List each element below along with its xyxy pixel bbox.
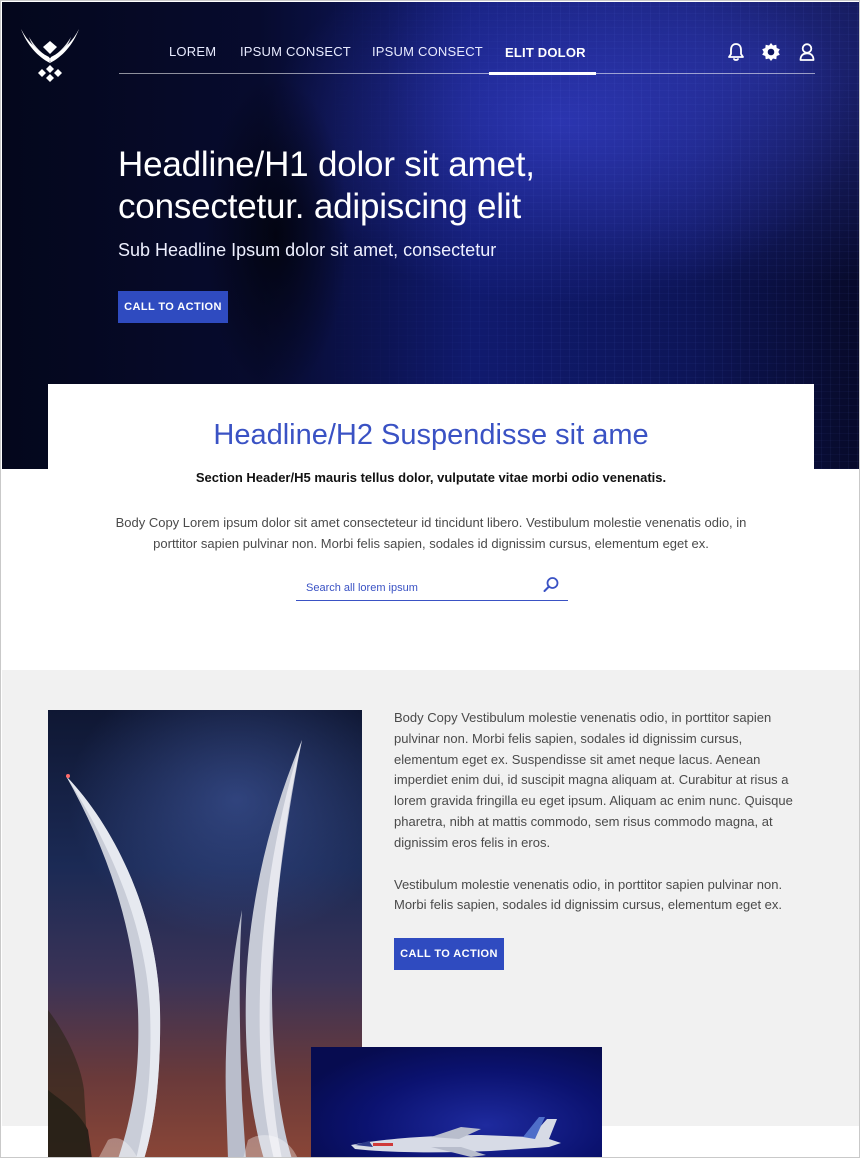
user-icon[interactable] — [796, 41, 818, 63]
hero-cta-button[interactable]: CALL TO ACTION — [118, 291, 228, 323]
air-force-logo[interactable] — [19, 27, 81, 83]
feature-paragraph-2: Vestibulum molestie venenatis odio, in p… — [394, 876, 783, 913]
feature-body-copy: Body Copy Vestibulum molestie venenatis … — [394, 708, 804, 916]
jet-aircraft-photo — [311, 1047, 602, 1157]
gear-icon[interactable] — [760, 41, 782, 63]
feature-cta-button[interactable]: CALL TO ACTION — [394, 938, 504, 970]
nav-item-ipsum-consect-2[interactable]: IPSUM CONSECT — [372, 44, 483, 59]
nav-item-lorem[interactable]: LOREM — [169, 44, 216, 59]
hero-headline: Headline/H1 dolor sit amet, consectetur.… — [118, 145, 535, 226]
nav-item-elit-dolor[interactable]: ELIT DOLOR — [505, 45, 586, 60]
section-header: Section Header/H5 mauris tellus dolor, v… — [195, 470, 667, 485]
hero-subheadline: Sub Headline Ipsum dolor sit amet, conse… — [118, 240, 497, 260]
search-field[interactable] — [296, 576, 568, 601]
feature-paragraph-1: Body Copy Vestibulum molestie venenatis … — [394, 710, 793, 850]
page-frame: LOREM IPSUM CONSECT IPSUM CONSECT ELIT D… — [0, 0, 860, 1158]
bell-icon[interactable] — [725, 41, 747, 63]
search-icon[interactable] — [542, 576, 560, 594]
search-input[interactable] — [306, 580, 536, 596]
intro-body-copy: Body Copy Lorem ipsum dolor sit amet con… — [115, 515, 747, 551]
nav-active-indicator — [489, 72, 596, 75]
intro-card: Headline/H2 Suspendisse sit ame Section … — [48, 384, 814, 614]
wings-logo-icon — [21, 29, 79, 82]
top-navigation: LOREM IPSUM CONSECT IPSUM CONSECT ELIT D… — [119, 32, 818, 75]
nav-item-ipsum-consect-1[interactable]: IPSUM CONSECT — [240, 44, 351, 59]
section-headline: Headline/H2 Suspendisse sit ame — [213, 419, 649, 451]
